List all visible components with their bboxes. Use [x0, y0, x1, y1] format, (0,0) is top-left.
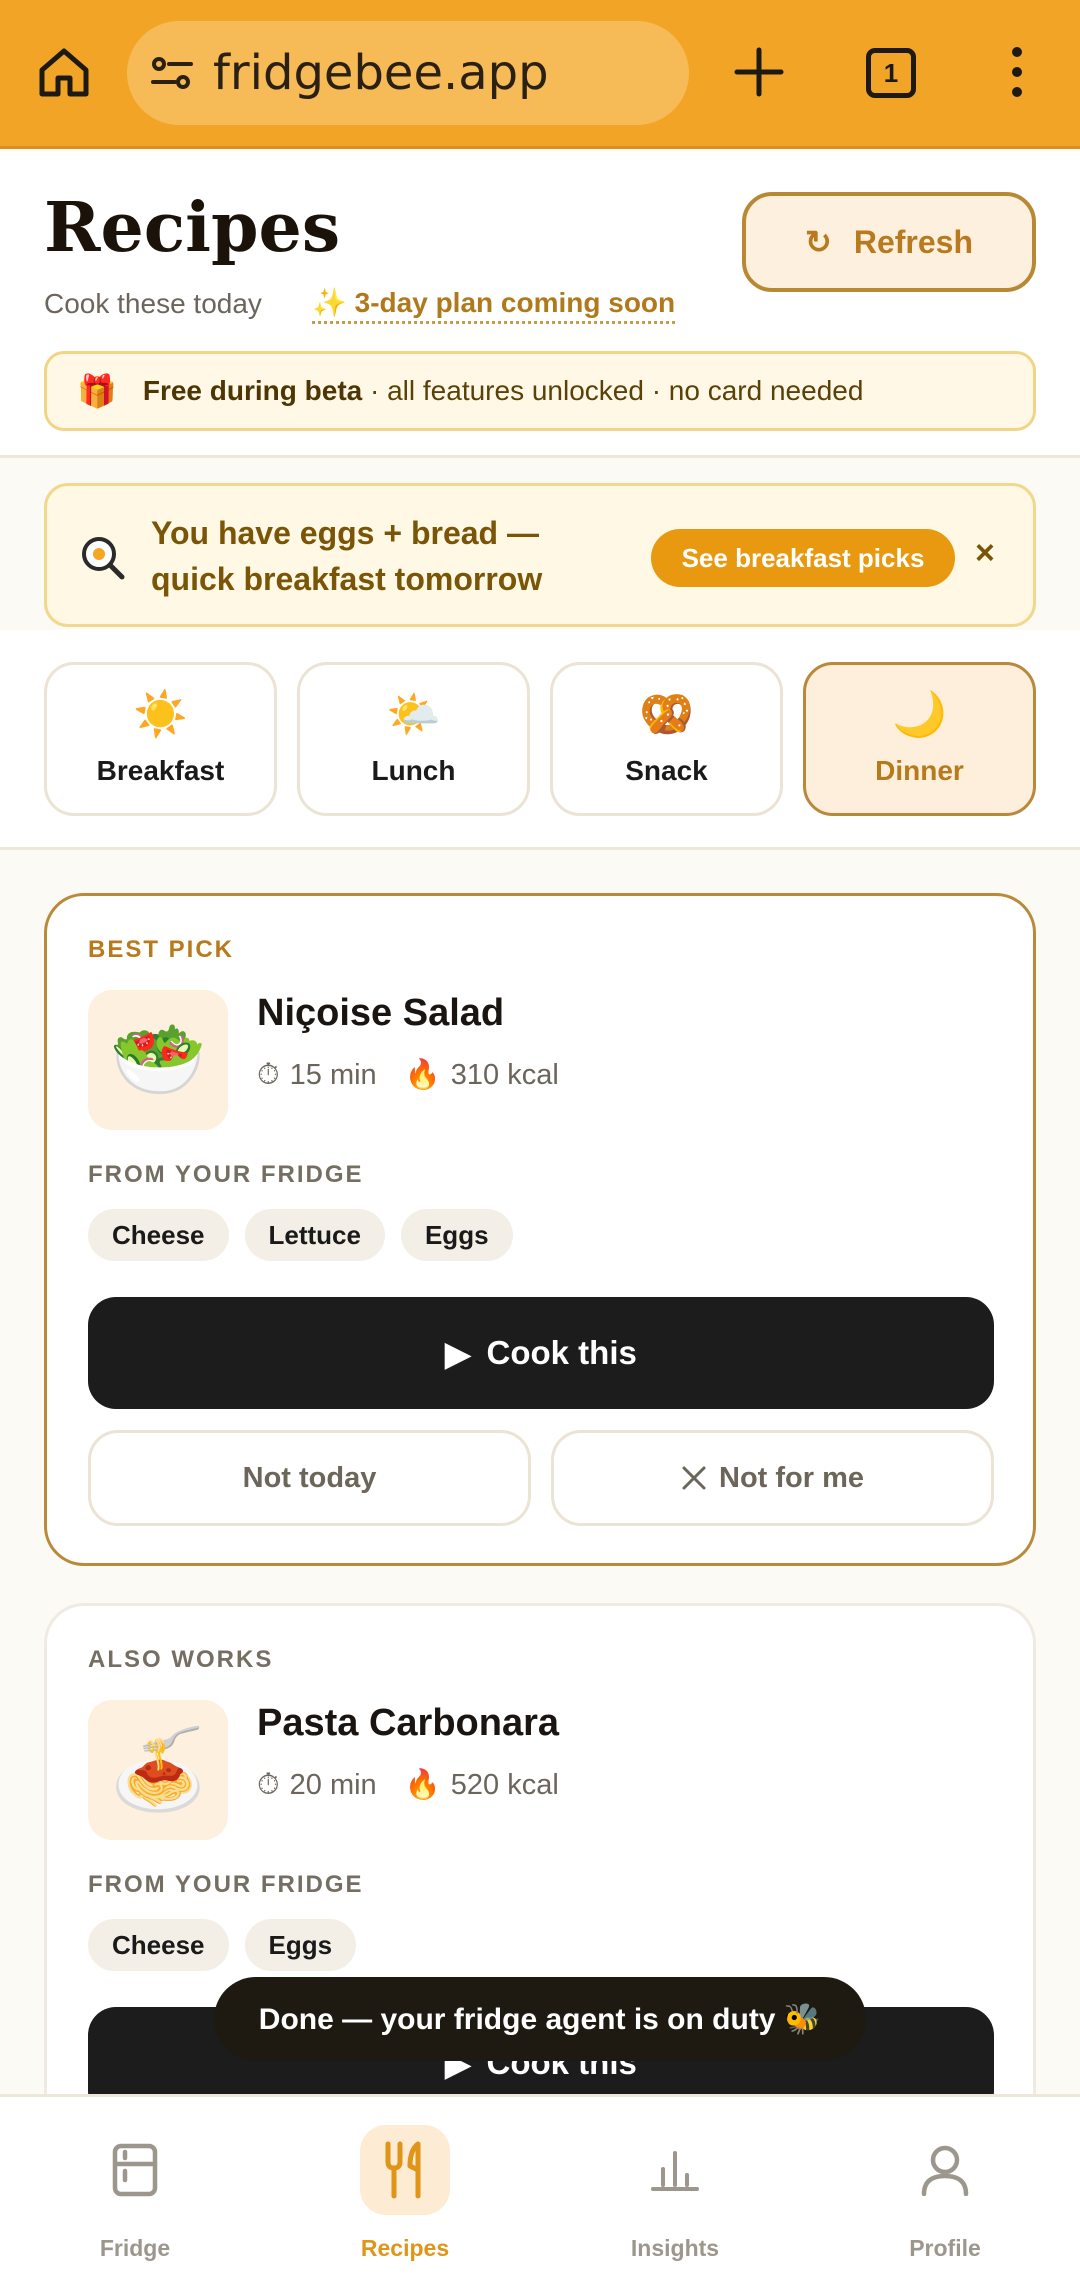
refresh-icon: ↻ — [805, 224, 832, 260]
ingredient-chips: Cheese Eggs — [88, 1919, 357, 1971]
recipe-kcal: 520 kcal — [450, 1768, 559, 1801]
timer-icon: ⏱ — [257, 1768, 280, 1801]
toast-message: Done — your fridge agent is on duty 🐝 — [214, 1977, 866, 2061]
fire-icon: 🔥 — [404, 1769, 441, 1801]
tab-count: 1 — [883, 57, 899, 88]
nav-recipes[interactable]: Recipes — [270, 2097, 540, 2284]
recipe-time: 20 min — [289, 1768, 377, 1801]
card-tag: ALSO WORKS — [88, 1646, 274, 1673]
ingredient-chip: Eggs — [244, 1919, 357, 1971]
tab-label: Dinner — [875, 755, 964, 786]
ingredient-chip: Cheese — [88, 1209, 229, 1261]
tab-dinner[interactable]: 🌙 Dinner — [803, 662, 1036, 816]
not-today-button[interactable]: Not today — [88, 1430, 531, 1526]
nav-profile[interactable]: Profile — [810, 2097, 1080, 2284]
plan-coming-soon-link[interactable]: ✨ 3-day plan coming soon — [312, 286, 676, 324]
more-vert-icon[interactable] — [1004, 44, 1030, 100]
play-icon: ▶ — [445, 1334, 471, 1372]
cook-this-label: Cook this — [486, 1334, 637, 1371]
recipe-meta: ⏱ 20 min 🔥 520 kcal — [257, 1768, 559, 1802]
tab-breakfast[interactable]: ☀️ Breakfast — [44, 662, 277, 816]
refresh-label: Refresh — [853, 223, 973, 260]
nav-insights[interactable]: Insights — [540, 2097, 810, 2284]
moon-icon: 🌙 — [892, 690, 947, 739]
nav-fridge[interactable]: Fridge — [0, 2097, 270, 2284]
recipe-meta: ⏱ 15 min 🔥 310 kcal — [257, 1058, 559, 1092]
spaghetti-icon: 🍝 — [88, 1700, 228, 1840]
page-header: Recipes Cook these today ✨ 3-day plan co… — [0, 152, 1080, 458]
close-icon — [682, 1466, 706, 1490]
sun-icon: ☀️ — [133, 690, 188, 739]
cook-this-button[interactable]: ▶ Cook this — [88, 1297, 994, 1409]
from-fridge-label: FROM YOUR FRIDGE — [88, 1161, 364, 1188]
gift-icon: 🎁 — [77, 373, 117, 409]
site-settings-icon[interactable] — [149, 50, 195, 96]
tab-lunch[interactable]: 🌤️ Lunch — [297, 662, 530, 816]
fire-icon: 🔥 — [404, 1059, 441, 1091]
sun-cloud-icon: 🌤️ — [386, 690, 441, 739]
tab-label: Lunch — [371, 755, 456, 786]
tab-snack[interactable]: 🥨 Snack — [550, 662, 783, 816]
pretzel-icon: 🥨 — [639, 690, 694, 739]
nav-label: Profile — [909, 2235, 981, 2261]
refresh-button[interactable]: ↻ Refresh — [742, 192, 1036, 292]
suggestion-text: You have eggs + bread — quick breakfast … — [151, 515, 543, 597]
utensils-icon — [385, 2141, 421, 2199]
page-subtitle: Cook these today — [44, 288, 262, 319]
meal-tabs: ☀️ Breakfast 🌤️ Lunch 🥨 Snack 🌙 Dinner — [0, 630, 1080, 850]
recipe-name[interactable]: Niçoise Salad — [257, 992, 504, 1035]
not-today-label: Not today — [242, 1461, 377, 1494]
nav-label: Insights — [630, 2235, 720, 2261]
address-bar[interactable]: fridgebee.app — [127, 21, 689, 125]
url-text: fridgebee.app — [213, 45, 549, 101]
recipe-kcal: 310 kcal — [450, 1058, 559, 1091]
bottom-nav: Fridge Recipes Insights Profile — [0, 2094, 1080, 2284]
not-for-me-label: Not for me — [719, 1461, 864, 1494]
ingredient-chips: Cheese Lettuce Eggs — [88, 1209, 513, 1261]
beta-banner-bold: Free during beta — [142, 375, 363, 406]
recipe-time: 15 min — [289, 1058, 377, 1091]
tab-label: Snack — [625, 755, 708, 786]
from-fridge-label: FROM YOUR FRIDGE — [88, 1871, 364, 1898]
suggestion-banner: You have eggs + bread — quick breakfast … — [44, 483, 1036, 627]
nav-label: Recipes — [360, 2235, 450, 2261]
recipe-card-best-pick: BEST PICK 🥗 Niçoise Salad ⏱ 15 min 🔥 310 k… — [44, 893, 1036, 1566]
beta-banner: 🎁 Free during beta · all features unlock… — [44, 351, 1036, 431]
beta-banner-text: · all features unlocked · no card needed — [362, 375, 864, 406]
nav-label: Fridge — [99, 2235, 171, 2261]
browser-toolbar: fridgebee.app 1 — [0, 0, 1080, 149]
tab-switcher-button[interactable]: 1 — [866, 48, 916, 98]
home-icon[interactable] — [36, 44, 92, 100]
ingredient-chip: Cheese — [88, 1919, 229, 1971]
fridge-icon — [112, 2143, 158, 2197]
frying-pan-icon — [82, 537, 125, 580]
bar-chart-icon — [651, 2151, 699, 2191]
salad-icon: 🥗 — [88, 990, 228, 1130]
page-title: Recipes — [44, 188, 341, 268]
see-breakfast-picks-button[interactable]: See breakfast picks — [651, 529, 955, 587]
close-icon[interactable]: × — [975, 534, 995, 573]
recipe-name[interactable]: Pasta Carbonara — [257, 1702, 559, 1745]
timer-icon: ⏱ — [257, 1058, 280, 1091]
ingredient-chip: Lettuce — [244, 1209, 385, 1261]
person-icon — [921, 2145, 969, 2196]
card-tag: BEST PICK — [88, 936, 235, 963]
new-tab-icon[interactable] — [733, 46, 785, 98]
ingredient-chip: Eggs — [400, 1209, 513, 1261]
tab-label: Breakfast — [96, 755, 225, 786]
not-for-me-button[interactable]: Not for me — [551, 1430, 994, 1526]
